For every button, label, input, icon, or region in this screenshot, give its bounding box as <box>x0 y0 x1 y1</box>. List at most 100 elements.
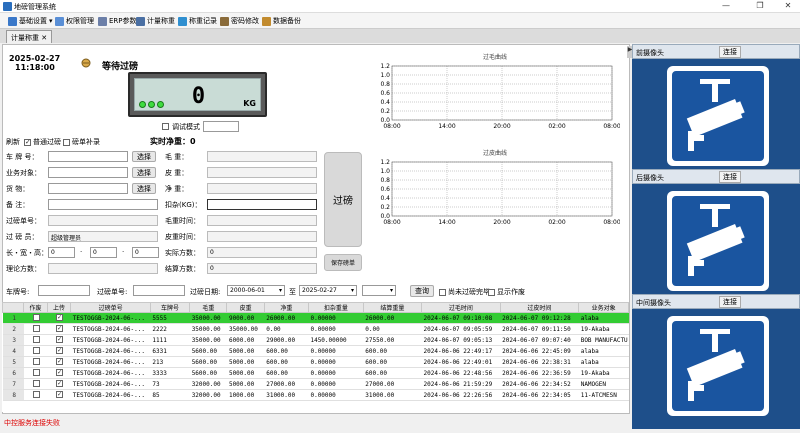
goods-select-button[interactable]: 选择 <box>132 183 156 194</box>
filter-plate-input[interactable] <box>38 285 90 296</box>
date-from-picker[interactable]: 2000-06-01 ▾ <box>227 285 285 296</box>
unfinished-checkbox[interactable] <box>439 288 446 296</box>
menu-password[interactable]: 密码修改 <box>220 16 259 26</box>
unfinished-option[interactable]: 尚未过磅完毕 <box>439 287 490 297</box>
void-checkbox[interactable] <box>33 346 40 354</box>
net-cell: 600.00 <box>264 356 309 368</box>
menu-weighing[interactable]: 计量称重 <box>136 16 175 26</box>
table-row[interactable]: 2TESTOGGB-2024-06-...222235000.0035000.0… <box>2 323 629 335</box>
y-tick-label: 0.4 <box>380 99 390 106</box>
void-checkbox[interactable] <box>33 368 40 376</box>
width-input[interactable]: 0 <box>90 247 117 258</box>
menu-backup[interactable]: 数据备份 <box>262 16 301 26</box>
gross-curve-plot: 1.21.00.80.60.40.20.008:00 14:00 20:00 02:0… <box>380 63 620 130</box>
upload-checkbox[interactable] <box>56 357 64 365</box>
tare-time-label: 皮重时间： <box>165 233 200 241</box>
supplement-checkbox[interactable] <box>63 138 70 146</box>
save-ticket-button[interactable]: 保存磅单 <box>324 254 362 271</box>
operator-field: 超级管理员 <box>48 231 158 242</box>
void-checkbox[interactable] <box>33 313 40 321</box>
upload-checkbox[interactable] <box>56 368 64 376</box>
column-header[interactable]: 扣杂重量 <box>307 302 364 313</box>
business-input[interactable] <box>48 167 128 178</box>
normal-weigh-checkbox[interactable] <box>24 138 31 146</box>
ticket-no-cell: TESTOGGB-2024-06-... <box>70 334 151 346</box>
height-input[interactable]: 0 <box>132 247 159 258</box>
close-button[interactable]: ✕ <box>778 1 798 10</box>
filter-ticket-input[interactable] <box>133 285 185 296</box>
column-header[interactable]: 净重 <box>263 302 309 313</box>
date-to-picker[interactable]: 2025-02-27 ▾ <box>299 285 357 296</box>
column-header[interactable]: 上传 <box>46 302 72 313</box>
upload-checkbox[interactable] <box>56 346 64 354</box>
void-checkbox[interactable] <box>33 335 40 343</box>
column-header[interactable]: 过磅单号 <box>70 302 151 313</box>
tab-close-icon[interactable]: ✕ <box>41 34 47 42</box>
gross-label: 毛 重： <box>165 153 189 161</box>
tare-time-cell: 2024-06-06 22:34:05 <box>500 389 579 401</box>
maximize-button[interactable]: ❐ <box>750 1 770 10</box>
query-button[interactable]: 查询 <box>410 285 434 297</box>
column-header[interactable]: 车牌号 <box>149 302 191 313</box>
show-void-checkbox[interactable] <box>488 288 495 296</box>
column-header[interactable]: 毛重 <box>189 302 228 313</box>
void-checkbox[interactable] <box>33 379 40 387</box>
column-header[interactable]: 过毛时间 <box>421 302 501 313</box>
upload-checkbox[interactable] <box>56 335 64 343</box>
upload-checkbox[interactable] <box>56 379 64 387</box>
table-row[interactable]: 3 TESTOGGB-2024-06-...111135000.006000.00… <box>2 334 629 346</box>
table-row[interactable]: 4TESTOGGB-2024-06-...63315600.005000.006… <box>2 345 629 357</box>
weigh-button[interactable]: 过磅 <box>324 152 362 247</box>
deduction-input[interactable] <box>207 199 317 210</box>
extra-dropdown[interactable]: ▾ <box>362 285 396 296</box>
void-checkbox[interactable] <box>33 324 40 332</box>
business-select-button[interactable]: 选择 <box>132 167 156 178</box>
debug-mode-checkbox[interactable] <box>162 123 169 130</box>
column-header[interactable]: 皮重 <box>226 302 265 313</box>
void-checkbox[interactable] <box>33 390 40 398</box>
show-void-option[interactable]: 显示作废 <box>488 287 525 297</box>
length-input[interactable]: 0 <box>48 247 75 258</box>
menu-erp[interactable]: ERP参数 <box>98 16 137 26</box>
remark-input[interactable] <box>48 199 158 210</box>
camera-connect-button[interactable]: 连接 <box>719 46 741 58</box>
upload-checkbox[interactable] <box>56 313 64 321</box>
menu-records[interactable]: 称重记录 <box>178 16 217 26</box>
table-row[interactable]: 5TESTOGGB-2024-06-...2135600.005000.0060… <box>2 356 629 368</box>
tare-cell: 5000.00 <box>226 378 265 390</box>
plate-label: 车 牌 号： <box>6 153 39 161</box>
weigh-status-icon <box>81 58 91 68</box>
void-checkbox[interactable] <box>33 357 40 365</box>
records-grid: 作废 上传 过磅单号 车牌号 毛重 皮重 净重 扣杂重量 结算重量 过毛时间 过… <box>2 302 629 401</box>
column-header[interactable]: 作废 <box>23 302 48 313</box>
menu-basic-settings[interactable]: 基础设置 ▾ <box>8 16 53 26</box>
upload-checkbox <box>47 345 71 357</box>
refresh-link[interactable]: 刷新 <box>6 137 20 147</box>
goods-input[interactable] <box>48 183 128 194</box>
debug-mode-input[interactable] <box>203 121 239 132</box>
camera-title: 前摄像头 <box>636 49 664 57</box>
row-header-corner <box>2 302 25 313</box>
upload-checkbox[interactable] <box>56 324 64 332</box>
menu-permissions[interactable]: 权限管理 <box>55 16 94 26</box>
plate-select-button[interactable]: 选择 <box>132 151 156 162</box>
column-header[interactable]: 过皮时间 <box>499 302 580 313</box>
tab-weighing[interactable]: 计量称重 ✕ <box>6 30 53 43</box>
table-row[interactable]: 8TESTOGGB-2024-06-...8532000.001000.0031… <box>2 389 629 401</box>
upload-checkbox <box>47 367 71 379</box>
camera-connect-button[interactable]: 连接 <box>719 296 741 308</box>
column-header[interactable]: 结算重量 <box>362 302 423 313</box>
table-row[interactable]: 7TESTOGGB-2024-06-...7332000.005000.0027… <box>2 378 629 390</box>
camera-connect-button[interactable]: 连接 <box>719 171 741 183</box>
tare-cell: 5000.00 <box>226 356 265 368</box>
column-header[interactable]: 业务对象 <box>578 302 629 313</box>
normal-weigh-option[interactable]: 普通过磅 <box>24 137 61 147</box>
table-row[interactable]: 6TESTOGGB-2024-06-...33335600.005000.006… <box>2 367 629 379</box>
debug-mode: 调试模式 <box>162 121 239 132</box>
upload-checkbox[interactable] <box>56 390 64 398</box>
table-row[interactable]: 1 TESTOGGB-2024-06-...555535000.009000.00… <box>2 312 629 324</box>
supplement-option[interactable]: 磅单补录 <box>63 137 100 147</box>
camera-header: 中间摄像头 连接 <box>632 294 800 309</box>
minimize-button[interactable]: — <box>716 1 736 10</box>
plate-input[interactable] <box>48 151 128 162</box>
